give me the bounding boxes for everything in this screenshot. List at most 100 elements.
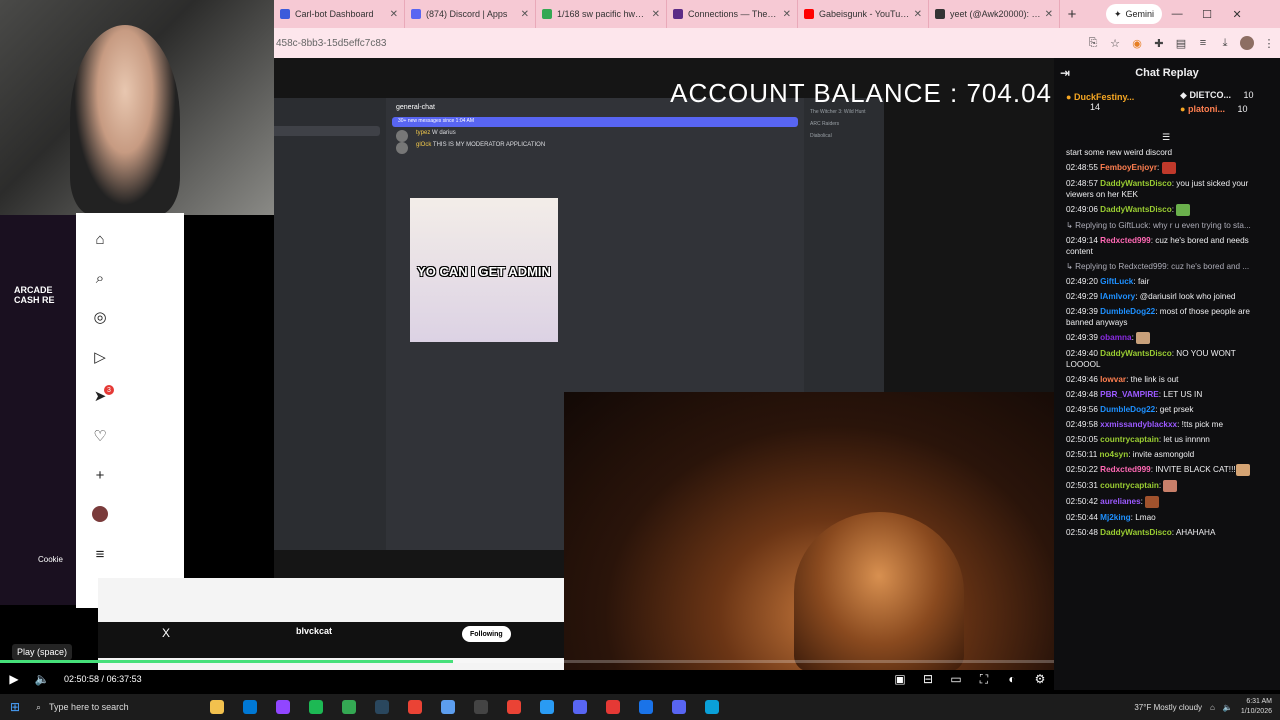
tab-close-icon[interactable]: ✕ xyxy=(914,9,922,20)
new-tab-button[interactable]: + xyxy=(1060,6,1084,23)
sidebar-icon[interactable]: ▤ xyxy=(1170,32,1192,54)
chat-username[interactable]: GiftLuck xyxy=(1100,277,1133,286)
taskbar-app-icon[interactable] xyxy=(497,694,530,720)
tab-close-icon[interactable]: ✕ xyxy=(390,9,398,20)
browser-tab[interactable]: Gabeisgunk - YouTube ✕ xyxy=(798,0,929,28)
theatre-icon[interactable]: ⊟ xyxy=(914,669,942,689)
discord-channel[interactable]: general-politics xyxy=(274,136,380,146)
chat-username[interactable]: IAmIvory xyxy=(1100,292,1135,301)
discord-channel[interactable]: announcements xyxy=(274,116,380,126)
close-window-icon[interactable]: ✕ xyxy=(1222,8,1252,21)
autoplay-icon[interactable]: ◐ xyxy=(998,669,1026,689)
chat-username[interactable]: FemboyEnjoyr xyxy=(1100,163,1157,172)
discord-channel[interactable]: general-chat xyxy=(274,126,380,136)
taskbar-app-icon[interactable] xyxy=(266,694,299,720)
gemini-button[interactable]: ✦ Gemini xyxy=(1106,4,1163,24)
weather-text[interactable]: 37°F Mostly cloudy xyxy=(1134,703,1202,712)
miniplayer-icon[interactable]: ▭ xyxy=(942,669,970,689)
install-icon[interactable]: ⎘ xyxy=(1082,32,1104,54)
tab-close-icon[interactable]: ✕ xyxy=(652,9,660,20)
play-icon[interactable]: ▶ xyxy=(0,669,28,689)
rss-icon[interactable]: ◉ xyxy=(1126,32,1148,54)
taskbar-app-icon[interactable] xyxy=(299,694,332,720)
taskbar-app-icon[interactable] xyxy=(332,694,365,720)
taskbar-app-icon[interactable] xyxy=(464,694,497,720)
taskbar-app-icon[interactable] xyxy=(662,694,695,720)
chat-username[interactable]: lowvar xyxy=(1100,375,1126,384)
chat-username[interactable]: countrycaptain xyxy=(1100,481,1159,490)
taskbar-app-icon[interactable] xyxy=(200,694,233,720)
taskbar-search[interactable]: ⌕ Type here to search xyxy=(30,697,180,717)
volume-icon[interactable]: 🔈 xyxy=(28,669,56,689)
tab-close-icon[interactable]: ✕ xyxy=(1045,9,1053,20)
profile-avatar[interactable] xyxy=(1236,32,1258,54)
taskbar-app-icon[interactable] xyxy=(629,694,662,720)
tab-close-icon[interactable]: ✕ xyxy=(783,9,791,20)
taskbar-app-icon[interactable] xyxy=(233,694,266,720)
video-icon[interactable]: ▷ xyxy=(90,347,110,367)
chat-username[interactable]: DaddyWantsDisco xyxy=(1100,349,1172,358)
fullscreen-icon[interactable]: ⛶ xyxy=(970,669,998,689)
chat-username[interactable]: Mj2king xyxy=(1100,513,1130,522)
menu-kebab-icon[interactable]: ⋮ xyxy=(1258,32,1280,54)
taskbar-app-icon[interactable] xyxy=(365,694,398,720)
chat-username[interactable]: DaddyWantsDisco xyxy=(1100,205,1172,214)
maximize-icon[interactable]: ☐ xyxy=(1192,8,1222,21)
taskbar-app-icon[interactable] xyxy=(695,694,728,720)
create-icon[interactable]: + xyxy=(90,465,110,485)
home-icon[interactable]: ⌂ xyxy=(90,229,110,249)
browser-tab[interactable]: Connections — The Ne ✕ xyxy=(667,0,798,28)
discord-channel[interactable]: general-1 xyxy=(274,156,380,166)
heart-icon[interactable]: ♡ xyxy=(90,426,110,446)
explore-icon[interactable]: ◎ xyxy=(90,307,110,327)
chat-username[interactable]: Redxcted999 xyxy=(1100,465,1151,474)
start-icon[interactable]: ⊞ xyxy=(0,700,30,714)
chat-username[interactable]: aurelianes xyxy=(1100,497,1141,506)
taskbar-app-icon[interactable] xyxy=(563,694,596,720)
chat-username[interactable]: PBR_VAMPIRE xyxy=(1100,390,1159,399)
following-button[interactable]: Following xyxy=(462,626,511,642)
taskbar-app-icon[interactable] xyxy=(596,694,629,720)
minimize-icon[interactable]: — xyxy=(1162,8,1192,20)
clip-icon[interactable]: ▣ xyxy=(886,669,914,689)
network-icon[interactable]: ⌂ xyxy=(1210,703,1215,712)
chat-username[interactable]: DumbleDog22 xyxy=(1100,307,1155,316)
chat-username[interactable]: DumbleDog22 xyxy=(1100,405,1155,414)
download-icon[interactable]: ⤓ xyxy=(1214,32,1236,54)
volume-tray-icon[interactable]: 🔈 xyxy=(1223,703,1233,712)
discord-channel[interactable]: general-3 xyxy=(274,176,380,186)
browser-tab[interactable]: (874) Discord | Apps ✕ xyxy=(405,0,536,28)
extensions-icon[interactable]: ✚ xyxy=(1148,32,1170,54)
discord-channel[interactable]: suggestions xyxy=(274,106,380,116)
bookmark-star-icon[interactable]: ☆ xyxy=(1104,32,1126,54)
discord-channel[interactable]: general-drama xyxy=(274,146,380,156)
clock[interactable]: 6:31 AM 1/10/2026 xyxy=(1241,697,1272,717)
browser-tab[interactable]: Carl-bot Dashboard ✕ xyxy=(274,0,405,28)
chat-username[interactable]: DaddyWantsDisco xyxy=(1100,179,1172,188)
search-icon[interactable]: ⌕ xyxy=(90,268,110,288)
browser-tab[interactable]: 1/168 sw pacific hwy - G ✕ xyxy=(536,0,667,28)
taskbar-app-icon[interactable] xyxy=(398,694,431,720)
chat-username[interactable]: Redxcted999 xyxy=(1100,236,1151,245)
chat-username[interactable]: countrycaptain xyxy=(1100,435,1159,444)
discord-new-messages-banner[interactable]: 30+ new messages since 1:04 AM xyxy=(392,117,798,127)
profile-avatar[interactable] xyxy=(90,504,110,524)
reading-list-icon[interactable]: ≡ xyxy=(1192,32,1214,54)
taskbar-app-icon[interactable] xyxy=(530,694,563,720)
gifter-entry[interactable]: ● DuckFestiny... 14 xyxy=(1066,92,1134,112)
browser-tab[interactable]: yeet (@Awk20000): "Ne ✕ xyxy=(929,0,1060,28)
menu-icon[interactable]: ≡ xyxy=(90,544,110,564)
gifter-entry[interactable]: ● platoni... 10 xyxy=(1180,104,1247,114)
chat-username[interactable]: obamna xyxy=(1100,333,1131,342)
gifter-entry[interactable]: ◆ DIETCO... 10 xyxy=(1180,90,1253,101)
tab-close-icon[interactable]: ✕ xyxy=(521,9,529,20)
collapse-chat-icon[interactable]: ⇥ xyxy=(1060,66,1070,80)
chat-username[interactable]: DaddyWantsDisco xyxy=(1100,528,1172,537)
chat-username[interactable]: xxmissandyblackxx xyxy=(1100,420,1177,429)
taskbar-app-icon[interactable] xyxy=(431,694,464,720)
settings-icon[interactable]: ⚙ xyxy=(1026,669,1054,689)
expand-icon[interactable]: ☰ xyxy=(1162,132,1170,143)
url-field[interactable]: 458c-8bb3-15d5effc7c83 xyxy=(276,38,1082,49)
chat-username[interactable]: no4syn xyxy=(1100,450,1129,459)
discord-channel[interactable]: general-2 xyxy=(274,166,380,176)
